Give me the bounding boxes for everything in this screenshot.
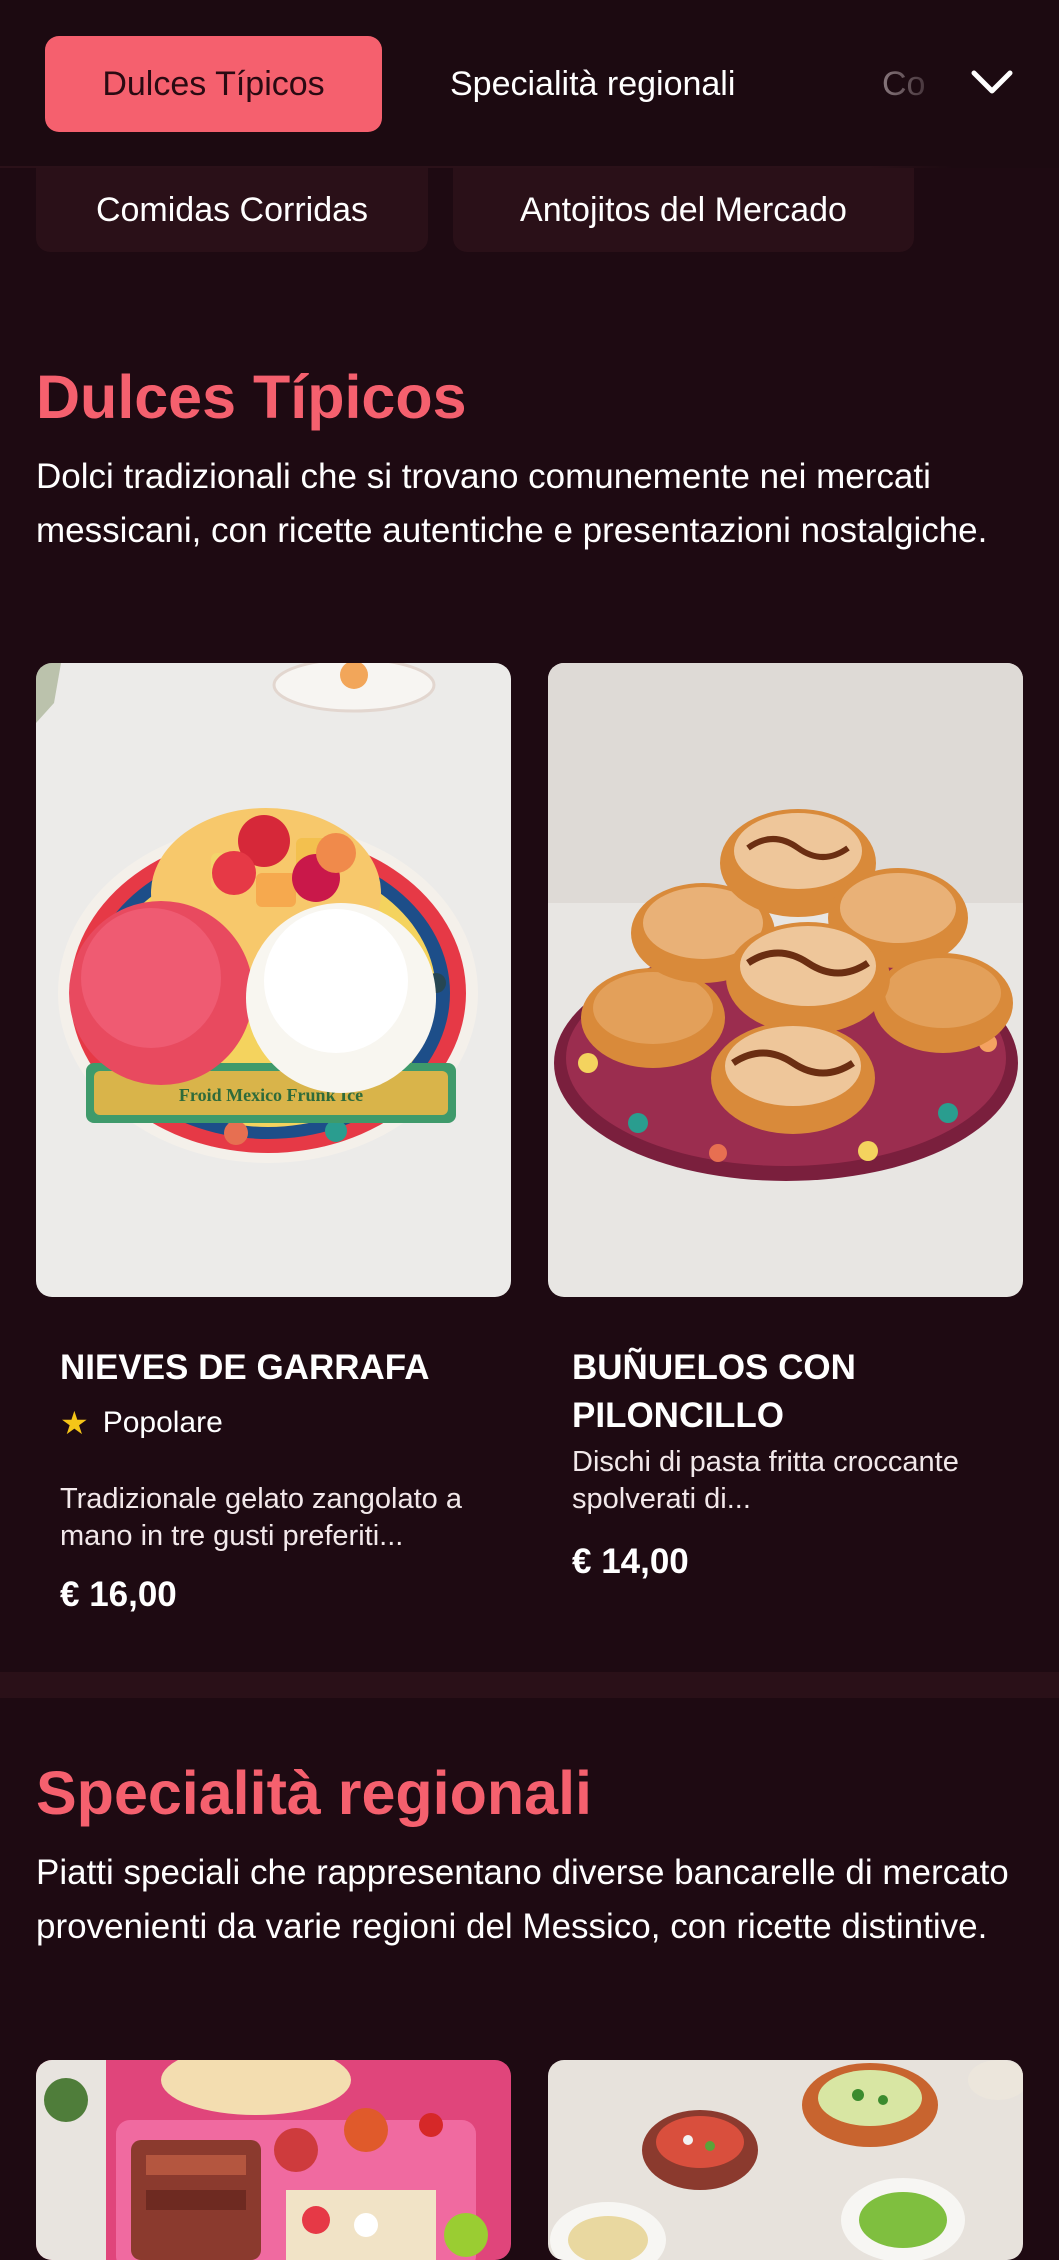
badge-label: Popolare — [102, 1406, 223, 1439]
product-price: € 14,00 — [572, 1542, 689, 1581]
section-title: Dulces Típicos — [36, 363, 467, 431]
tab-fade-overlay — [869, 0, 1059, 168]
product-description: Tradizionale gelato zangolato a mano in … — [60, 1483, 462, 1552]
product-image-bunuelos[interactable] — [548, 663, 1023, 1297]
category-subtabs: Comidas Corridas Antojitos del Mercado — [0, 168, 1059, 254]
product-description: Dischi di pasta fritta croccante spolver… — [572, 1446, 959, 1515]
star-icon: ★ — [60, 1405, 89, 1441]
tab-comidas-corridas[interactable]: Comidas Corridas — [36, 168, 428, 252]
tab-specialita-regionali[interactable]: Specialità regionali — [450, 36, 735, 132]
section-description: Dolci tradizionali che si trovano comune… — [36, 457, 988, 550]
popular-badge: ★ Popolare — [60, 1404, 223, 1442]
category-tabs: Dulces Típicos Specialità regionali Co — [0, 0, 1059, 168]
category-nav-bar: Dulces Típicos Specialità regionali Co — [0, 0, 1059, 168]
product-image-regional-2[interactable] — [548, 2060, 1023, 2260]
product-title[interactable]: NIEVES DE GARRAFA — [60, 1344, 500, 1392]
product-image-regional-1[interactable] — [36, 2060, 511, 2260]
chevron-down-icon[interactable] — [969, 63, 1015, 103]
tab-antojitos-del-mercado[interactable]: Antojitos del Mercado — [453, 168, 914, 252]
product-price: € 16,00 — [60, 1575, 177, 1614]
section-title: Specialità regionali — [36, 1759, 592, 1827]
section-description: Piatti speciali che rappresentano divers… — [36, 1853, 1009, 1946]
section-specialita-regionali: Specialità regionali Piatti speciali che… — [0, 1698, 1059, 2260]
section-divider — [0, 1672, 1059, 1698]
tab-dulces-tipicos[interactable]: Dulces Típicos — [45, 36, 382, 132]
product-title[interactable]: BUÑUELOS CON PILONCILLO — [572, 1344, 992, 1440]
product-image-nieves[interactable]: Froid Mexico Frunk Ice — [36, 663, 511, 1297]
section-dulces-tipicos: Dulces Típicos Dolci tradizionali che si… — [0, 254, 1059, 1674]
